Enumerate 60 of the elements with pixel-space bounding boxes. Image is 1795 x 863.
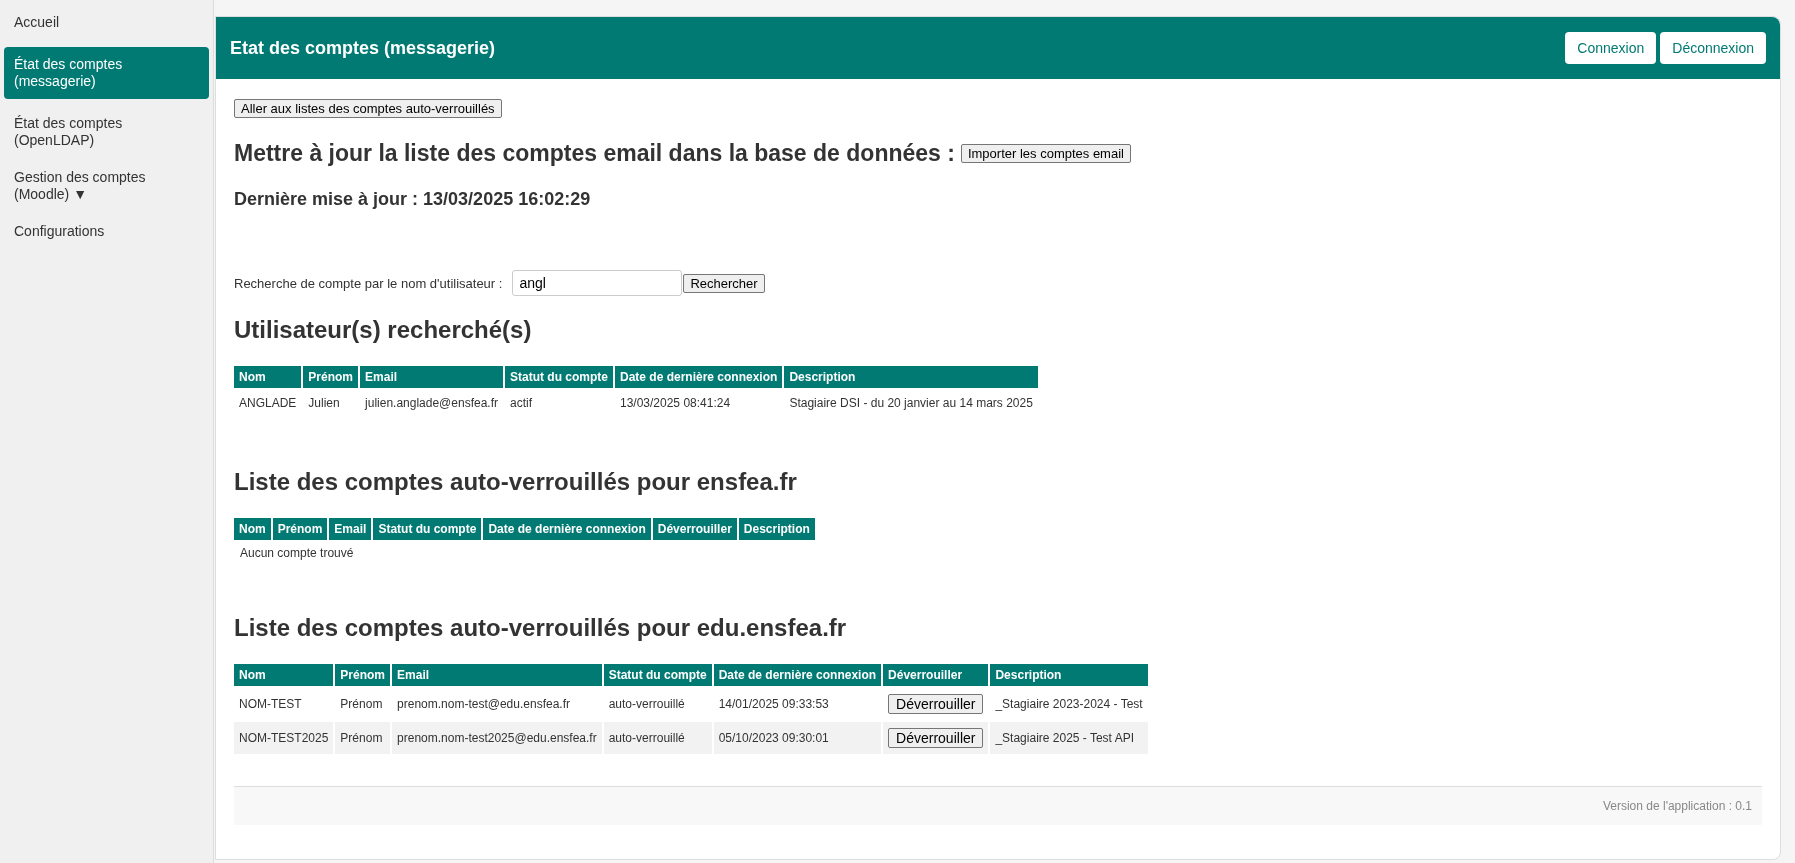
column-header: Nom (234, 518, 271, 540)
table-cell: _Stagiaire 2025 - Test API (990, 722, 1148, 754)
empty-message: Aucun compte trouvé (239, 545, 355, 562)
search-label: Recherche de compte par le nom d'utilisateur : (234, 275, 503, 291)
column-header: Date de dernière connexion (713, 664, 882, 686)
column-header: Email (329, 518, 372, 540)
table-cell: 05/10/2023 09:30:01 (713, 722, 882, 754)
column-header: Description (990, 664, 1148, 686)
table-cell: NOM-TEST2025 (234, 722, 334, 754)
version-text: Version de l'application : 0.1 (1602, 799, 1752, 813)
search-button[interactable]: Rechercher (683, 273, 765, 293)
column-header: Description (738, 518, 815, 540)
column-header: Nom (234, 664, 334, 686)
section-heading: Utilisateur(s) recherché(s) (234, 316, 533, 344)
section-heading: Mettre à jour la liste des comptes email dans la base de données : (234, 140, 955, 167)
sidebar-item[interactable]: État des comptes (OpenLDAP) (4, 111, 209, 153)
column-header: Nom (234, 366, 302, 388)
sidebar-item[interactable]: Gestion des comptes (Moodle) ▼ (4, 165, 209, 207)
column-header: Date de dernière connexion (483, 518, 651, 540)
page-title: Etat des comptes (messagerie) (230, 37, 496, 59)
table-cell-text: Julien (307, 395, 341, 412)
column-header: Statut du compte (603, 664, 712, 686)
column-header: Statut du compte (373, 518, 482, 540)
sidebar-item[interactable]: Accueil (4, 10, 209, 35)
column-header: Email (360, 366, 503, 388)
column-header: Description (784, 366, 1038, 388)
table-cell-text: Prénom (339, 696, 384, 713)
table-cell: prenom.nom-test2025@edu.ensfea.fr (392, 722, 602, 754)
header-button[interactable]: Déconnexion (1660, 32, 1766, 64)
column-header: Prénom (335, 664, 391, 686)
table-cell-text: 13/03/2025 08:41:24 (619, 395, 732, 412)
header-button[interactable]: Connexion (1565, 32, 1657, 64)
table-cell-text: 14/01/2025 09:33:53 (717, 696, 830, 713)
table-cell-text: prenom.nom-test@edu.ensfea.fr (396, 696, 571, 713)
column-header: Prénom (303, 366, 359, 388)
column-header: Email (392, 664, 602, 686)
goto-button[interactable]: Aller aux listes des comptes auto-verrouillés (234, 99, 502, 118)
column-header: Déverrouiller (883, 664, 989, 686)
table-cell-text: julien.anglade@ensfea.fr (363, 395, 499, 412)
table-cell-text: ANGLADE (238, 395, 298, 412)
section-heading: Liste des comptes auto-verrouillés pour edu.ensfea.fr (234, 614, 848, 642)
column-header: Statut du compte (505, 366, 613, 388)
table-cell-text: NOM-TEST (238, 696, 303, 713)
last-update-text: Dernière mise à jour : 13/03/2025 16:02:29 (234, 189, 592, 210)
unlock-button[interactable]: Déverrouiller (888, 694, 984, 714)
search-field[interactable]: angl (512, 270, 683, 296)
unlock-button[interactable]: Déverrouiller (888, 728, 984, 748)
table-cell: Prénom (335, 722, 391, 754)
table-cell-text: _Stagiaire 2023-2024 - Test (994, 696, 1144, 713)
sidebar-item[interactable]: Configurations (4, 219, 209, 244)
import-button[interactable]: Importer les comptes email (960, 144, 1131, 163)
table-cell: auto-verrouillé (603, 722, 712, 754)
sidebar-item[interactable]: État des comptes (messagerie) (4, 47, 209, 99)
column-header: Date de dernière connexion (615, 366, 783, 388)
table-cell-text: auto-verrouillé (607, 696, 686, 713)
column-header: Prénom (272, 518, 328, 540)
column-header: Déverrouiller (652, 518, 737, 540)
section-heading: Liste des comptes auto-verrouillés pour ensfea.fr (234, 468, 798, 496)
table-cell-text: actif (509, 395, 533, 412)
table-cell-text: Stagiaire DSI - du 20 janvier au 14 mars 2025 (788, 395, 1034, 412)
